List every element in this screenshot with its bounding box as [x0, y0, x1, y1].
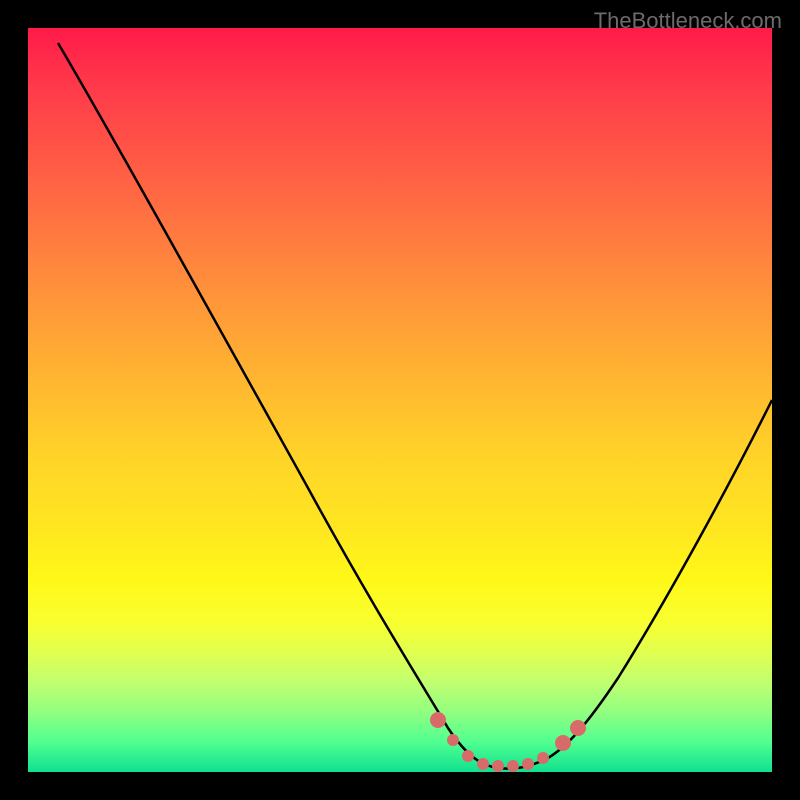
marker-dot [492, 760, 504, 772]
marker-dot [507, 760, 519, 772]
chart-plot-area [28, 28, 772, 772]
bottleneck-curve [58, 43, 772, 769]
marker-dot [430, 712, 446, 728]
watermark-text: TheBottleneck.com [594, 8, 782, 34]
marker-dot [477, 758, 489, 770]
marker-dot [537, 752, 549, 764]
marker-dot [555, 735, 571, 751]
marker-dot [447, 734, 459, 746]
marker-dot [462, 750, 474, 762]
chart-curve-svg [28, 28, 772, 772]
marker-dot [522, 758, 534, 770]
marker-dot [570, 720, 586, 736]
